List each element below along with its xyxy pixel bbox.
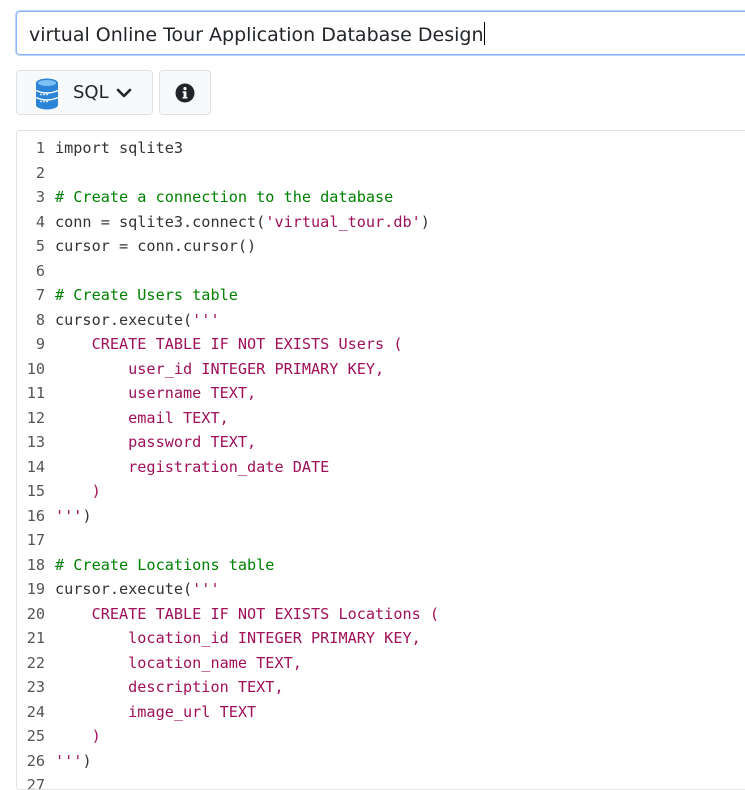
line-number: 10 (26, 359, 45, 378)
code-text: cursor.execute(''' (55, 310, 220, 329)
code-line: 6 (17, 259, 55, 284)
code-line: 3 # Create a connection to the database (17, 185, 393, 210)
line-number: 19 (26, 580, 45, 598)
text-caret (483, 22, 485, 45)
code-line: 21 location_id INTEGER PRIMARY KEY, (17, 626, 421, 651)
code-text: image_url TEXT (55, 702, 257, 721)
line-number: 24 (26, 702, 45, 721)
line-number: 23 (26, 678, 45, 696)
line-number: 13 (26, 433, 45, 451)
line-number: 22 (26, 653, 45, 672)
code-text: ) (55, 482, 101, 500)
code-line: 14 registration_date DATE (17, 455, 330, 480)
code-line: 18 # Create Locations table (17, 553, 275, 578)
code-text: cursor.execute(''' (55, 580, 220, 598)
line-number: 25 (26, 727, 45, 745)
line-number: 5 (35, 237, 45, 255)
code-text: email TEXT, (55, 408, 229, 427)
code-line: 12 email TEXT, (17, 406, 229, 431)
title-input-value: virtual Online Tour Application Database… (29, 24, 484, 46)
line-number: 4 (35, 212, 45, 231)
code-text: # Create Locations table (55, 555, 275, 574)
code-text: import sqlite3 (55, 139, 184, 157)
line-number: 2 (35, 163, 45, 182)
code-text: location_id INTEGER PRIMARY KEY, (55, 629, 421, 647)
code-line: 8 cursor.execute(''' (17, 308, 220, 333)
code-text: password TEXT, (55, 433, 257, 451)
line-number: 27 (26, 776, 45, 790)
info-icon (175, 83, 195, 103)
chevron-down-icon (116, 86, 132, 104)
code-editor[interactable]: 1 import sqlite3 2 3 # Create a connection t… (16, 130, 745, 790)
line-number: 7 (35, 286, 45, 304)
code-line: 15 ) (17, 479, 101, 504)
line-number: 9 (35, 335, 45, 353)
code-line: 23 description TEXT, (17, 675, 284, 700)
info-button[interactable] (159, 70, 211, 115)
code-line: 10 user_id INTEGER PRIMARY KEY, (17, 357, 384, 382)
language-dropdown-button[interactable]: SQL (16, 70, 153, 115)
code-line: 26 ''') (17, 749, 92, 774)
code-line: 5 cursor = conn.cursor() (17, 234, 256, 259)
code-text: ''') (55, 506, 92, 525)
line-number: 26 (26, 751, 45, 770)
code-line: 13 password TEXT, (17, 430, 256, 455)
line-number: 16 (26, 506, 45, 525)
code-text: ''') (55, 751, 92, 770)
code-line: 4 conn = sqlite3.connect('virtual_tour.db… (17, 210, 430, 235)
code-text: conn = sqlite3.connect('virtual_tour.db'… (55, 212, 430, 231)
line-number: 12 (26, 408, 45, 427)
line-number: 20 (26, 604, 45, 623)
code-line: 7 # Create Users table (17, 283, 238, 308)
line-number: 11 (26, 384, 45, 402)
language-label: SQL (73, 82, 109, 103)
code-line: 9 CREATE TABLE IF NOT EXISTS Users ( (17, 332, 403, 357)
code-line: 25 ) (17, 724, 101, 749)
line-number: 1 (35, 139, 45, 157)
code-line: 16 ''') (17, 504, 92, 529)
code-text: CREATE TABLE IF NOT EXISTS Locations ( (55, 604, 440, 623)
line-number: 14 (26, 457, 45, 476)
database-icon (35, 78, 59, 115)
code-text: CREATE TABLE IF NOT EXISTS Users ( (55, 335, 403, 353)
code-line: 22 location_name TEXT, (17, 651, 302, 676)
code-text: user_id INTEGER PRIMARY KEY, (55, 359, 385, 378)
title-input[interactable]: virtual Online Tour Application Database… (16, 11, 745, 55)
code-line: 24 image_url TEXT (17, 700, 256, 725)
code-text: location_name TEXT, (55, 653, 302, 672)
code-text: # Create a connection to the database (55, 188, 394, 206)
code-text: description TEXT, (55, 678, 284, 696)
code-line: 11 username TEXT, (17, 381, 256, 406)
line-number: 18 (26, 555, 45, 574)
code-line: 19 cursor.execute(''' (17, 577, 220, 602)
code-text: username TEXT, (55, 384, 257, 402)
line-number: 17 (26, 531, 45, 549)
code-line: 2 (17, 161, 55, 186)
code-text: # Create Users table (55, 286, 238, 304)
line-number: 8 (35, 310, 45, 329)
code-line: 27 (17, 773, 55, 790)
code-text: ) (55, 727, 101, 745)
code-line: 20 CREATE TABLE IF NOT EXISTS Locations … (17, 602, 439, 627)
line-number: 6 (35, 261, 45, 280)
line-number: 15 (26, 482, 45, 500)
code-line: 17 (17, 528, 55, 553)
code-line: 1 import sqlite3 (17, 136, 183, 161)
line-number: 3 (35, 188, 45, 206)
line-number: 21 (26, 629, 45, 647)
code-text: cursor = conn.cursor() (55, 237, 257, 255)
code-text: registration_date DATE (55, 457, 330, 476)
